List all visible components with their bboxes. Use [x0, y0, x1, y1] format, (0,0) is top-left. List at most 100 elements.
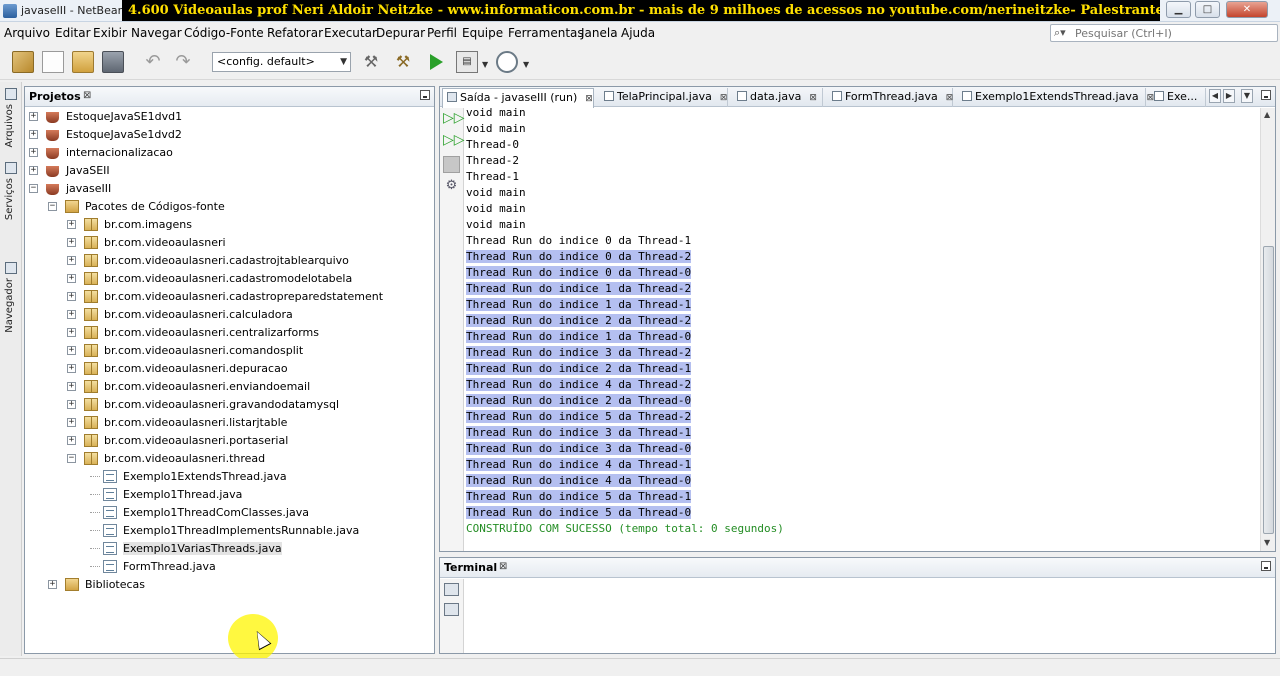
side-tab-servicos[interactable]: Serviços: [4, 178, 15, 220]
settings-icon[interactable]: ⚙: [443, 178, 460, 195]
scroll-tabs-right-icon[interactable]: ▶: [1223, 89, 1235, 103]
tree-node[interactable]: + JavaSEII: [25, 162, 434, 180]
rerun-different-params-icon[interactable]: ▷▷: [443, 132, 465, 149]
scroll-tabs-left-icon[interactable]: ◀: [1209, 89, 1221, 103]
tree-node[interactable]: + br.com.videoaulasneri.cadastromodelotab…: [25, 270, 434, 288]
expand-icon[interactable]: +: [29, 166, 38, 175]
minimize-panel-icon[interactable]: [1261, 561, 1271, 571]
expand-icon[interactable]: +: [67, 436, 76, 445]
minimize-window-button[interactable]: ▁: [1166, 1, 1191, 18]
tree-node[interactable]: + br.com.videoaulasneri.centralizarforms: [25, 324, 434, 342]
close-icon[interactable]: ⊠: [83, 90, 91, 101]
tree-node[interactable]: + br.com.videoaulasneri.listarjtable: [25, 414, 434, 432]
menu-item[interactable]: Editar: [55, 26, 91, 40]
tree-node[interactable]: + br.com.videoaulasneri.cadastroprepareds…: [25, 288, 434, 306]
tree-node[interactable]: Exemplo1VariasThreads.java: [25, 540, 434, 558]
menu-item[interactable]: Arquivo: [4, 26, 50, 40]
rerun-icon[interactable]: ▷▷: [443, 110, 465, 127]
expand-icon[interactable]: +: [67, 382, 76, 391]
minimize-panel-icon[interactable]: [420, 90, 430, 100]
tree-node[interactable]: Exemplo1ThreadImplementsRunnable.java: [25, 522, 434, 540]
tree-node[interactable]: Exemplo1ThreadComClasses.java: [25, 504, 434, 522]
expand-icon[interactable]: +: [67, 220, 76, 229]
tree-node[interactable]: Exemplo1ExtendsThread.java: [25, 468, 434, 486]
tree-node[interactable]: + EstoqueJavaSE1dvd1: [25, 108, 434, 126]
open-project-icon[interactable]: [72, 51, 94, 73]
tree-node[interactable]: + br.com.videoaulasneri.depuracao: [25, 360, 434, 378]
tree-node[interactable]: + br.com.videoaulasneri.enviandoemail: [25, 378, 434, 396]
expand-icon[interactable]: +: [67, 418, 76, 427]
terminal-icon[interactable]: [444, 583, 459, 596]
expand-icon[interactable]: +: [67, 256, 76, 265]
config-select[interactable]: <config. default> ▼: [212, 52, 351, 72]
menu-item[interactable]: Ferramentas: [508, 26, 584, 40]
expand-icon[interactable]: +: [29, 148, 38, 157]
collapse-icon[interactable]: −: [29, 184, 38, 193]
menu-item[interactable]: Exibir: [93, 26, 127, 40]
tree-node[interactable]: + br.com.videoaulasneri.portaserial: [25, 432, 434, 450]
menu-item[interactable]: Navegar: [131, 26, 182, 40]
profile-icon[interactable]: [496, 51, 518, 73]
undo-icon[interactable]: ↶: [142, 51, 164, 73]
tree-node[interactable]: − Pacotes de Códigos-fonte: [25, 198, 434, 216]
tree-node[interactable]: + EstoqueJavaSe1dvd2: [25, 126, 434, 144]
expand-icon[interactable]: +: [67, 310, 76, 319]
tree-node[interactable]: + br.com.videoaulasneri.gravandodatamysql: [25, 396, 434, 414]
scroll-down-icon[interactable]: ▼: [1264, 538, 1270, 547]
tree-node[interactable]: Exemplo1Thread.java: [25, 486, 434, 504]
expand-icon[interactable]: +: [67, 346, 76, 355]
menu-item[interactable]: Código-Fonte: [184, 26, 264, 40]
tree-node[interactable]: + br.com.imagens: [25, 216, 434, 234]
expand-icon[interactable]: +: [29, 112, 38, 121]
debug-dropdown-icon[interactable]: ▼: [482, 60, 488, 69]
menu-item[interactable]: Refatorar: [267, 26, 323, 40]
remote-terminal-icon[interactable]: [444, 603, 459, 616]
tab-projetos[interactable]: Projetos: [29, 90, 81, 103]
tree-node[interactable]: + br.com.videoaulasneri.cadastrojtablearq…: [25, 252, 434, 270]
collapse-icon[interactable]: −: [48, 202, 57, 211]
menu-item[interactable]: Executar: [324, 26, 377, 40]
tree-node[interactable]: + internacionalizacao: [25, 144, 434, 162]
tree-node[interactable]: + Bibliotecas: [25, 576, 434, 594]
collapse-icon[interactable]: −: [67, 454, 76, 463]
search-input[interactable]: [1075, 26, 1273, 40]
tree-node[interactable]: + br.com.videoaulasneri.calculadora: [25, 306, 434, 324]
expand-icon[interactable]: +: [48, 580, 57, 589]
tab-list-icon[interactable]: ▼: [1241, 89, 1253, 103]
expand-icon[interactable]: +: [67, 400, 76, 409]
side-tab-navegador[interactable]: Navegador: [4, 278, 15, 333]
new-project-icon[interactable]: [12, 51, 34, 73]
close-icon[interactable]: ⊠: [499, 561, 507, 572]
tree-node[interactable]: − javaseIII: [25, 180, 434, 198]
new-file-icon[interactable]: [42, 51, 64, 73]
tree-node[interactable]: − br.com.videoaulasneri.thread: [25, 450, 434, 468]
maximize-window-button[interactable]: □: [1195, 1, 1220, 18]
save-all-icon[interactable]: [102, 51, 124, 73]
expand-icon[interactable]: +: [29, 130, 38, 139]
output-console[interactable]: void main void main Thread-0 Thread-2 Thread…: [466, 105, 1260, 549]
clean-build-icon[interactable]: ⚒: [392, 51, 414, 73]
menu-item[interactable]: Perfil: [427, 26, 457, 40]
search-box[interactable]: ⌕▾: [1050, 24, 1278, 42]
debug-icon[interactable]: ▤: [456, 51, 478, 73]
expand-icon[interactable]: +: [67, 328, 76, 337]
scrollbar-thumb[interactable]: [1263, 246, 1274, 534]
expand-icon[interactable]: +: [67, 364, 76, 373]
tree-node[interactable]: + br.com.videoaulasneri.comandosplit: [25, 342, 434, 360]
side-tab-arquivos[interactable]: Arquivos: [4, 104, 15, 148]
menu-item[interactable]: Depurar: [376, 26, 425, 40]
tree-node[interactable]: FormThread.java: [25, 558, 434, 576]
expand-icon[interactable]: +: [67, 292, 76, 301]
minimize-panel-icon[interactable]: [1261, 90, 1271, 100]
menu-item[interactable]: Ajuda: [621, 26, 655, 40]
output-scrollbar[interactable]: ▲ ▼: [1260, 108, 1275, 551]
close-window-button[interactable]: ✕: [1226, 1, 1268, 18]
scroll-up-icon[interactable]: ▲: [1264, 110, 1270, 119]
menu-item[interactable]: Janela: [581, 26, 618, 40]
menu-item[interactable]: Equipe: [462, 26, 503, 40]
stop-icon[interactable]: [443, 156, 460, 173]
expand-icon[interactable]: +: [67, 238, 76, 247]
tab-terminal[interactable]: Terminal: [444, 561, 497, 574]
redo-icon[interactable]: ↷: [172, 51, 194, 73]
run-icon[interactable]: [430, 54, 443, 70]
